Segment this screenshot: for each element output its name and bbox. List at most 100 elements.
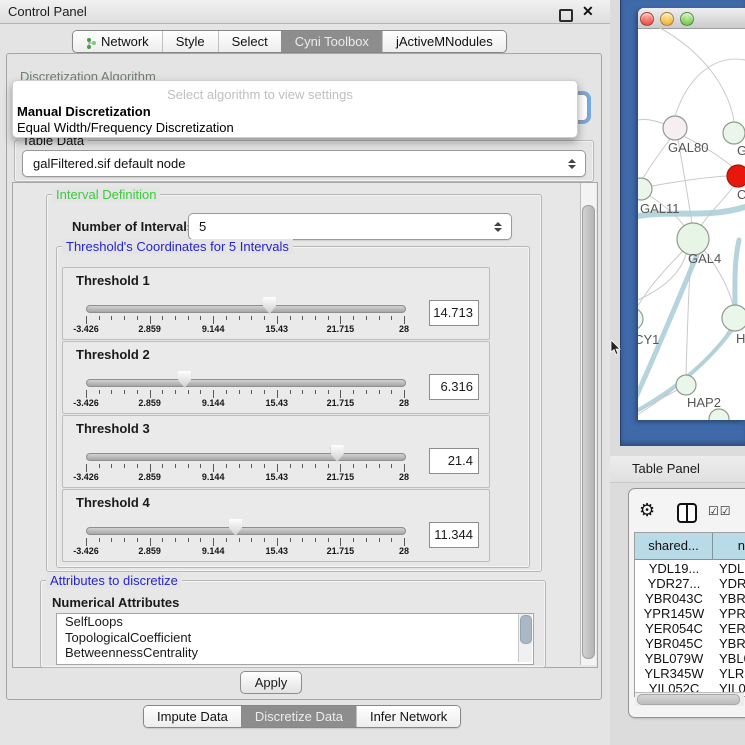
close-traffic-light-icon[interactable] bbox=[640, 12, 654, 26]
tick-mark bbox=[404, 390, 405, 398]
combo-arrows-icon bbox=[568, 151, 576, 176]
tick-mark bbox=[175, 538, 176, 542]
table-row[interactable]: YDL19...YDL1 bbox=[635, 561, 745, 576]
minimize-traffic-light-icon[interactable] bbox=[660, 12, 674, 26]
attribute-item-betweennesscentrality[interactable]: BetweennessCentrality bbox=[57, 645, 533, 661]
tick-mark bbox=[379, 538, 380, 542]
table-row[interactable]: YBR045CYBR0 bbox=[635, 636, 745, 651]
network-edge[interactable] bbox=[652, 176, 727, 186]
tick-mark bbox=[213, 316, 214, 324]
network-edge[interactable] bbox=[638, 119, 666, 125]
node-label: GA bbox=[737, 143, 745, 158]
tick-mark bbox=[290, 316, 291, 320]
table-row[interactable]: YDR27... YDR2 bbox=[635, 576, 745, 591]
tick-mark bbox=[162, 538, 163, 542]
network-node-ha[interactable] bbox=[722, 305, 745, 331]
threshold-value-field[interactable]: 11.344 bbox=[429, 522, 479, 548]
float-window-icon[interactable] bbox=[559, 9, 573, 22]
network-edge[interactable] bbox=[701, 187, 733, 226]
network-node[interactable] bbox=[709, 409, 729, 420]
bottom-tab-bar: Impute DataDiscretize DataInfer Network bbox=[143, 705, 461, 728]
slider-track[interactable] bbox=[86, 527, 406, 535]
table-data-combobox[interactable]: galFiltered.sif default node bbox=[22, 150, 586, 177]
table-row[interactable]: YER054CYER0 bbox=[635, 621, 745, 636]
algorithm-option-equal-width-frequency[interactable]: Equal Width/Frequency Discretization bbox=[17, 120, 234, 135]
network-node-hap2[interactable] bbox=[676, 375, 696, 395]
attribute-item-topologicalcoefficient[interactable]: TopologicalCoefficient bbox=[57, 630, 533, 646]
network-icon bbox=[86, 35, 97, 48]
tick-label: -3.426 bbox=[73, 398, 99, 408]
threshold-value-field[interactable]: 14.713 bbox=[429, 300, 479, 326]
network-node-gal80[interactable] bbox=[663, 116, 687, 140]
tick-mark bbox=[302, 538, 303, 542]
network-node-ga[interactable] bbox=[723, 122, 745, 144]
tab-style[interactable]: Style bbox=[162, 31, 218, 52]
bottom-tab-infer-network[interactable]: Infer Network bbox=[356, 706, 460, 727]
column-header-name[interactable]: name bbox=[713, 533, 745, 560]
cell-name: YDR2 bbox=[719, 576, 745, 591]
column-header-shared-name[interactable]: shared... bbox=[635, 533, 713, 560]
table-row[interactable]: YPR145WYPR1 bbox=[635, 606, 745, 621]
tick-mark bbox=[251, 390, 252, 394]
network-edge[interactable] bbox=[735, 240, 739, 306]
network-edge[interactable] bbox=[638, 390, 677, 417]
network-edge[interactable] bbox=[660, 28, 734, 121]
attribute-item-selfloops[interactable]: SelfLoops bbox=[57, 614, 533, 630]
tick-mark bbox=[290, 538, 291, 542]
tick-mark bbox=[137, 464, 138, 468]
tick-mark bbox=[99, 538, 100, 542]
tick-mark bbox=[239, 464, 240, 468]
tick-mark bbox=[226, 538, 227, 542]
tick-label: 9.144 bbox=[202, 398, 225, 408]
table-row[interactable]: YBL079WYBL0 bbox=[635, 651, 745, 666]
tick-mark bbox=[124, 464, 125, 468]
close-icon[interactable]: ✕ bbox=[582, 3, 594, 20]
algorithm-option-manual-discretization[interactable]: Manual Discretization bbox=[17, 104, 151, 119]
tick-label: 2.859 bbox=[138, 398, 161, 408]
tab-cyni-toolbox[interactable]: Cyni Toolbox bbox=[281, 31, 382, 52]
table-row[interactable]: YBR043CYBR0 bbox=[635, 591, 745, 606]
numerical-attributes-list[interactable]: SelfLoopsTopologicalCoefficientBetweenne… bbox=[56, 613, 534, 665]
network-edge[interactable] bbox=[643, 139, 670, 178]
tick-mark bbox=[251, 538, 252, 542]
network-node-gcy1[interactable] bbox=[638, 308, 643, 330]
gear-icon[interactable]: ⚙ bbox=[639, 500, 655, 521]
threshold-label: Threshold 1 bbox=[76, 273, 150, 288]
network-edge[interactable] bbox=[675, 59, 745, 116]
network-canvas[interactable]: GAL80GACGAL11GAL4GCY1HAHAP2 bbox=[638, 28, 745, 420]
top-tab-bar: NetworkStyleSelectCyni ToolboxjActiveMNo… bbox=[72, 30, 507, 53]
tick-mark bbox=[86, 538, 87, 546]
tick-label: 9.144 bbox=[202, 472, 225, 482]
checkbox-icons[interactable]: ☑☑ bbox=[708, 504, 732, 518]
cell-shared-name: YDR27... bbox=[635, 576, 713, 591]
tick-label: 21.715 bbox=[327, 398, 355, 408]
apply-button[interactable]: Apply bbox=[240, 671, 302, 694]
tab-select[interactable]: Select bbox=[218, 31, 281, 52]
node-table[interactable]: shared... name YDL19...YDL1YDR27...YDR2Y… bbox=[634, 532, 745, 697]
zoom-traffic-light-icon[interactable] bbox=[680, 12, 694, 26]
bottom-tab-impute-data[interactable]: Impute Data bbox=[144, 706, 241, 727]
slider-track[interactable] bbox=[86, 305, 406, 313]
tick-mark bbox=[302, 464, 303, 468]
tick-label: 21.715 bbox=[327, 546, 355, 556]
tab-jactivemnodules[interactable]: jActiveMNodules bbox=[382, 31, 506, 52]
threshold-value-field[interactable]: 21.4 bbox=[429, 448, 479, 474]
threshold-value-field[interactable]: 6.316 bbox=[429, 374, 479, 400]
network-node-c[interactable] bbox=[727, 165, 745, 187]
threshold-box-3: Threshold 3-3.4262.8599.14415.4321.71528… bbox=[62, 415, 490, 488]
table-row[interactable]: YLR345WYLR3 bbox=[635, 666, 745, 681]
tick-label: -3.426 bbox=[73, 472, 99, 482]
attributes-scrollbar-thumb[interactable] bbox=[520, 615, 532, 644]
tick-mark bbox=[379, 316, 380, 320]
number-of-intervals-spinner[interactable]: 5 bbox=[188, 213, 512, 240]
vertical-scrollbar-thumb[interactable] bbox=[582, 205, 595, 659]
tab-network[interactable]: Network bbox=[73, 31, 162, 52]
tick-mark bbox=[200, 390, 201, 394]
slider-track[interactable] bbox=[86, 453, 406, 461]
horizontal-scrollbar-thumb[interactable] bbox=[637, 694, 740, 705]
bottom-tab-discretize-data[interactable]: Discretize Data bbox=[241, 706, 356, 727]
network-node-gal11[interactable] bbox=[638, 178, 652, 200]
tick-mark bbox=[175, 464, 176, 468]
slider-track[interactable] bbox=[86, 379, 406, 387]
split-columns-icon[interactable] bbox=[677, 503, 697, 523]
